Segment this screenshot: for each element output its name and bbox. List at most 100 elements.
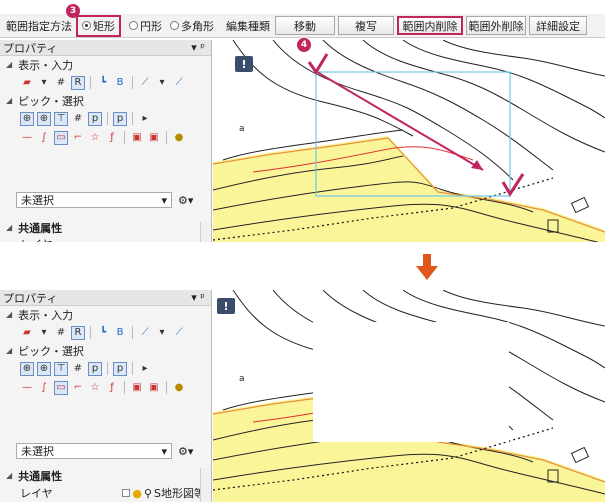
range-toolbar: 範囲指定方法 矩形 円形 多角形 編集種類 移動 複写 範囲内削除 範囲外削除 … <box>0 14 605 38</box>
display-tools-row: ▰ ▾ # R ┗ B ⟋ ▾ ⟋ <box>0 73 211 92</box>
select-freehand-icon[interactable]: ƒ <box>105 131 119 145</box>
select-rect-icon[interactable]: ▭ <box>54 130 68 145</box>
panel-pin-icon[interactable]: ▾ ᵖ <box>191 291 205 304</box>
pick-arrow-icon[interactable]: ▸ <box>138 112 152 126</box>
copy-button[interactable]: 複写 <box>338 16 394 35</box>
select-bag-icon[interactable]: ● <box>172 381 186 395</box>
layer-icon[interactable]: ▰ <box>20 326 34 340</box>
pick-p2-icon[interactable]: p <box>113 111 127 126</box>
radio-rectangle[interactable]: 矩形 <box>76 14 121 37</box>
select-curve-icon[interactable]: ∫ <box>37 131 51 145</box>
panel-scrollbar[interactable] <box>200 222 211 242</box>
section-pick-select[interactable]: ◢ ピック・選択 <box>0 342 211 359</box>
select-rect-icon[interactable]: ▭ <box>54 380 68 395</box>
dropdown-icon[interactable]: ▾ <box>37 326 51 340</box>
separator <box>132 362 133 375</box>
layer-row[interactable]: レイヤ ● ⚲ S地形図等 <box>20 485 205 501</box>
section-display-label: 表示・入力 <box>18 58 74 72</box>
snap-icon[interactable]: ┗ <box>96 326 110 340</box>
pick-tools-row: ⊕ ⊕ ⊤ # p p ▸ <box>0 109 211 128</box>
panel-pin-icon[interactable]: ▾ ᵖ <box>191 41 205 54</box>
separator <box>132 112 133 125</box>
select-line-icon[interactable]: — <box>20 131 34 145</box>
separator <box>124 131 125 144</box>
select-box2-icon[interactable]: ▣ <box>147 131 161 145</box>
radio-rectangle-label: 矩形 <box>93 19 115 33</box>
delete-outside-button[interactable]: 範囲外削除 <box>466 16 526 35</box>
layer-label: レイヤ <box>20 238 53 242</box>
map-canvas-bottom[interactable]: ! a <box>213 290 605 502</box>
pen-icon[interactable]: ⟋ <box>138 326 152 340</box>
select-box-icon[interactable]: ▣ <box>130 131 144 145</box>
r-icon[interactable]: R <box>71 325 85 340</box>
move-button[interactable]: 移動 <box>275 16 335 35</box>
by-icon[interactable]: B <box>113 326 127 340</box>
grid-icon[interactable]: # <box>54 326 68 340</box>
section-display-input[interactable]: ◢ 表示・入力 <box>0 56 211 73</box>
delete-inside-button[interactable]: 範囲内削除 <box>397 16 463 35</box>
separator <box>132 326 133 339</box>
dropdown-icon[interactable]: ▾ <box>37 76 51 90</box>
eyedropper-icon[interactable]: ⟋ <box>172 326 186 340</box>
pick-tools-row: ⊕ ⊕ ⊤ # p p ▸ <box>0 359 211 378</box>
radio-polygon[interactable]: 多角形 <box>170 18 214 34</box>
selection-dropdown[interactable]: 未選択 ▾ <box>16 443 172 459</box>
snap-icon[interactable]: ┗ <box>96 76 110 90</box>
select-bag-icon[interactable]: ● <box>172 131 186 145</box>
settings-gear-icon[interactable]: ⚙▾ <box>178 445 193 458</box>
section-common-attr[interactable]: ◢ 共通属性 <box>0 219 62 236</box>
checkbox-icon[interactable] <box>122 489 131 497</box>
selection-value: 未選択 <box>21 445 54 458</box>
search-icon: ⚲ <box>143 486 153 500</box>
pick-arrow-icon[interactable]: ▸ <box>138 362 152 376</box>
pick-p-icon[interactable]: p <box>88 111 102 126</box>
pick-point-icon[interactable]: ⊕ <box>20 361 34 376</box>
settings-gear-icon[interactable]: ⚙▾ <box>178 194 193 207</box>
select-star-icon[interactable]: ☆ <box>88 381 102 395</box>
r-icon[interactable]: R <box>71 75 85 90</box>
dropdown-icon[interactable]: ▾ <box>155 76 169 90</box>
selection-dropdown[interactable]: 未選択 ▾ <box>16 192 172 208</box>
layer-icon[interactable]: ▰ <box>20 76 34 90</box>
map-drawing-top <box>213 40 605 242</box>
property-panel-top: プロパティ ▾ ᵖ ◢ 表示・入力 ▰ ▾ # R ┗ B ⟋ ▾ ⟋ ◢ ピッ… <box>0 40 212 242</box>
warning-icon[interactable]: ! <box>235 56 253 72</box>
range-method-label: 範囲指定方法 <box>6 19 72 33</box>
select-curve-icon[interactable]: ∫ <box>37 381 51 395</box>
terrain-fill <box>213 136 605 242</box>
select-poly-icon[interactable]: ⌐ <box>71 131 85 145</box>
grid-icon[interactable]: # <box>54 76 68 90</box>
pick-near-icon[interactable]: ⊕ <box>37 111 51 126</box>
collapse-arrow-icon: ◢ <box>6 346 13 355</box>
dropdown-icon[interactable]: ▾ <box>155 326 169 340</box>
pick-p-icon[interactable]: p <box>88 361 102 376</box>
contour-line <box>442 290 605 327</box>
section-display-input[interactable]: ◢ 表示・入力 <box>0 306 211 323</box>
select-box-icon[interactable]: ▣ <box>130 381 144 395</box>
map-canvas-top[interactable]: ! a <box>213 40 605 242</box>
warning-icon[interactable]: ! <box>217 298 235 314</box>
radio-circle[interactable]: 円形 <box>129 18 162 34</box>
deleted-area <box>313 322 509 442</box>
pick-grid-icon[interactable]: # <box>71 362 85 376</box>
section-common-attr[interactable]: ◢ 共通属性 <box>0 467 62 484</box>
pick-edge-icon[interactable]: ⊤ <box>54 361 68 376</box>
pick-edge-icon[interactable]: ⊤ <box>54 111 68 126</box>
pick-point-icon[interactable]: ⊕ <box>20 111 34 126</box>
detail-settings-button[interactable]: 詳細設定 <box>529 16 587 35</box>
select-poly-icon[interactable]: ⌐ <box>71 381 85 395</box>
eyedropper-icon[interactable]: ⟋ <box>172 76 186 90</box>
step-badge-3: 3 <box>66 4 80 18</box>
pick-near-icon[interactable]: ⊕ <box>37 361 51 376</box>
select-star-icon[interactable]: ☆ <box>88 131 102 145</box>
pick-grid-icon[interactable]: # <box>71 112 85 126</box>
pick-p2-icon[interactable]: p <box>113 361 127 376</box>
by-icon[interactable]: B <box>113 76 127 90</box>
separator <box>132 76 133 89</box>
pen-icon[interactable]: ⟋ <box>138 76 152 90</box>
section-pick-select[interactable]: ◢ ピック・選択 <box>0 92 211 109</box>
select-line-icon[interactable]: — <box>20 381 34 395</box>
select-freehand-icon[interactable]: ƒ <box>105 381 119 395</box>
panel-scrollbar[interactable] <box>200 468 211 502</box>
select-box2-icon[interactable]: ▣ <box>147 381 161 395</box>
